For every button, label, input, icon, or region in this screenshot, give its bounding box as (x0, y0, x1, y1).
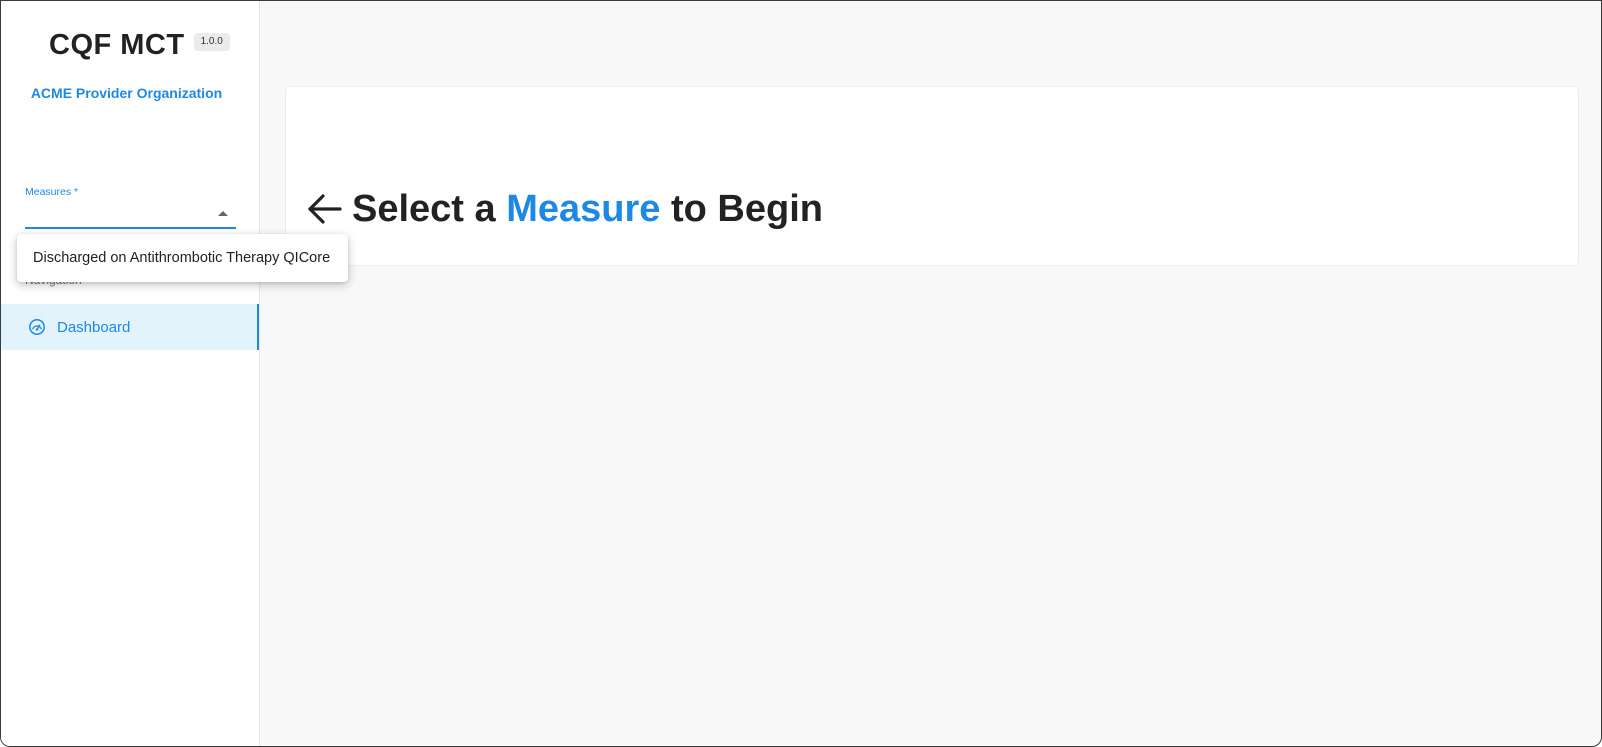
nav-item-dashboard[interactable]: Dashboard (1, 304, 259, 350)
measures-option[interactable]: Discharged on Antithrombotic Therapy QIC… (17, 250, 330, 266)
measures-select-field[interactable]: Measures * (25, 185, 236, 229)
measures-dropdown-menu: Discharged on Antithrombotic Therapy QIC… (17, 234, 348, 282)
page-headline: Select a Measure to Begin (306, 187, 823, 231)
caret-up-icon[interactable] (218, 211, 228, 216)
headline-text: Select a Measure to Begin (352, 187, 823, 231)
organization-name[interactable]: ACME Provider Organization (1, 85, 252, 101)
dashboard-gauge-icon (28, 318, 46, 336)
headline-accent: Measure (506, 188, 661, 230)
nav-item-label: Dashboard (57, 318, 131, 336)
brand: CQF MCT 1.0.0 (49, 27, 230, 63)
headline-prefix: Select a (352, 188, 507, 230)
main-card: Select a Measure to Begin (285, 86, 1579, 266)
app-title: CQF MCT (49, 29, 185, 61)
measures-label: Measures * (25, 186, 79, 198)
measures-select[interactable] (25, 199, 236, 229)
version-badge: 1.0.0 (193, 33, 230, 51)
arrow-left-icon (306, 190, 344, 228)
sidebar: CQF MCT 1.0.0 ACME Provider Organization… (1, 1, 260, 746)
app-window: CQF MCT 1.0.0 ACME Provider Organization… (0, 0, 1602, 747)
headline-suffix: to Begin (660, 188, 823, 230)
